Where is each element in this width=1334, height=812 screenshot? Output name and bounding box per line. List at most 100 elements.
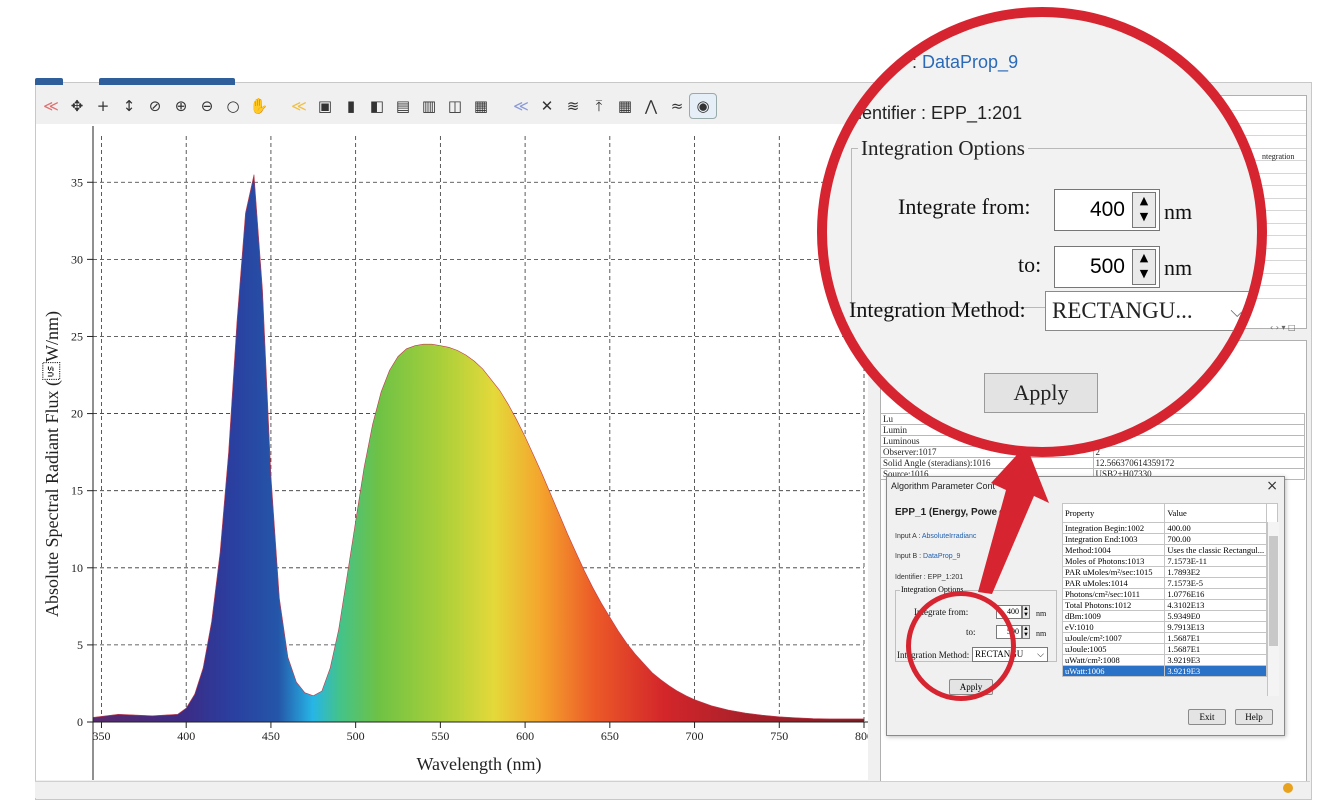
zoom-out-icon-button[interactable]: ⊖ xyxy=(194,94,220,118)
tab-2[interactable] xyxy=(99,78,235,85)
to-unit: nm xyxy=(1036,629,1047,638)
double-chevron-left-icon-button[interactable]: ≪ xyxy=(508,94,534,118)
help-button[interactable]: Help xyxy=(1235,709,1273,725)
x-axis-label: Wavelength (nm) xyxy=(416,754,541,775)
tab-1[interactable] xyxy=(35,78,63,85)
zoom-fit-icon-button[interactable]: ○ xyxy=(220,94,246,118)
scrollbar-thumb[interactable] xyxy=(1269,536,1278,646)
property-cell: Total Photons:1012 xyxy=(1061,599,1166,611)
chart-icon: ≋ xyxy=(566,97,580,115)
magnified-integration-options: : DataProp_9 dentifier : EPP_1:201 Integ… xyxy=(817,7,1267,457)
save-icon: ▥ xyxy=(421,97,437,115)
crosshair-icon-button[interactable]: + xyxy=(90,94,116,118)
magnified-integration-method-select[interactable]: RECTANGU... ⌵ xyxy=(1045,291,1255,331)
properties-partial-text: ntegration xyxy=(1262,152,1295,161)
value-column-header[interactable]: Value xyxy=(1164,503,1268,523)
table-row[interactable]: PAR uMoles/m²/sec:1015 1.7893E2 xyxy=(1061,566,1278,578)
magnified-integrate-from-label: Integrate from: xyxy=(898,194,1031,219)
magnified-to-spinner[interactable]: ▲ ▼ xyxy=(1132,249,1156,285)
export-icon-button[interactable]: ◧ xyxy=(364,94,390,118)
property-value: 2 xyxy=(1092,446,1306,458)
x-tick-label: 800 xyxy=(855,729,868,743)
zoom-in-icon: ⊕ xyxy=(174,97,188,115)
table-row[interactable]: Integration End:1003 700.00 xyxy=(1061,533,1278,545)
camera-icon: ▣ xyxy=(317,97,333,115)
table-row[interactable]: PAR uMoles:1014 7.1573E-5 xyxy=(1061,577,1278,589)
y-tick-label: 5 xyxy=(77,638,83,652)
close-icon[interactable]: × xyxy=(1266,478,1278,494)
property-row[interactable]: Solid Angle (steradians):1016 12.56637061… xyxy=(880,457,1306,469)
copy-icon-button[interactable]: ▤ xyxy=(390,94,416,118)
property-cell: Photons/cm²/sec:1011 xyxy=(1061,588,1166,600)
x-tick-label: 650 xyxy=(601,729,619,743)
magnified-integrate-from-spinner[interactable]: ▲ ▼ xyxy=(1132,192,1156,228)
double-chevron-left-icon-button[interactable]: ≪ xyxy=(38,94,64,118)
value-cell: 7.1573E-5 xyxy=(1164,577,1268,589)
lightbulb-icon-button[interactable]: ◉ xyxy=(689,93,717,119)
value-cell: 7.1573E-11 xyxy=(1164,555,1268,567)
property-column-header[interactable]: Property xyxy=(1061,503,1166,523)
dialog-heading: EPP_1 (Energy, Powe ons) xyxy=(895,507,1021,518)
integrate-from-spinner[interactable]: ▲ ▼ xyxy=(1022,605,1030,619)
value-cell: Uses the classic Rectangul... xyxy=(1164,544,1268,556)
to-spinner[interactable]: ▲ ▼ xyxy=(1022,625,1030,639)
tools-icon-button[interactable]: ✕ xyxy=(534,94,560,118)
delete-icon-button[interactable]: ▮ xyxy=(338,94,364,118)
chart-icon-button[interactable]: ≋ xyxy=(560,94,586,118)
results-scrollbar[interactable] xyxy=(1267,522,1279,696)
move-icon-button[interactable]: ✥ xyxy=(64,94,90,118)
table-row[interactable]: dBm:1009 5.9349E0 xyxy=(1061,610,1278,622)
tools-icon: ✕ xyxy=(540,97,554,115)
property-cell: Method:1004 xyxy=(1061,544,1166,556)
peak-icon-button[interactable]: ⤒ xyxy=(586,94,612,118)
chart-toolbar: ≪ ✥ + ↕ ⊘ ⊕ ⊖ ○ ✋ ≪ ▣ ▮ ◧ ▤ ▥ ◫ ▦ ≪ ✕ ≋ ⤒ ▦ ⋀ ≈ ◉ xyxy=(38,88,838,124)
property-cell: Integration Begin:1002 xyxy=(1061,522,1166,534)
table-row[interactable]: uWatt/cm²:1008 3.9219E3 xyxy=(1061,654,1278,666)
identifier-line: Identifier : EPP_1:201 xyxy=(895,574,964,581)
pan-hand-icon-button[interactable]: ✋ xyxy=(246,94,272,118)
double-chevron-left-icon: ≪ xyxy=(513,97,529,115)
input-b-line: Input B : DataProp_9 xyxy=(895,553,961,560)
y-tick-label: 15 xyxy=(71,484,83,498)
vertical-arrows-icon-button[interactable]: ↕ xyxy=(116,94,142,118)
highlight-circle xyxy=(906,591,1016,701)
table-row[interactable]: Total Photons:1012 4.3102E13 xyxy=(1061,599,1278,611)
print-icon-button[interactable]: ▦ xyxy=(468,94,494,118)
status-lightbulb-icon[interactable] xyxy=(1283,783,1293,793)
table-row[interactable]: Method:1004 Uses the classic Rectangul... xyxy=(1061,544,1278,556)
property-cell: Moles of Photons:1013 xyxy=(1061,555,1166,567)
double-chevron-left-icon-button[interactable]: ≪ xyxy=(286,94,312,118)
magnified-to-unit: nm xyxy=(1164,255,1193,280)
camera-icon-button[interactable]: ▣ xyxy=(312,94,338,118)
exit-button[interactable]: Exit xyxy=(1188,709,1226,725)
table-row[interactable]: uJoule:1005 1.5687E1 xyxy=(1061,643,1278,655)
table-row[interactable]: Moles of Photons:1013 7.1573E-11 xyxy=(1061,555,1278,567)
tab-strip xyxy=(35,78,235,86)
zoom-in-icon-button[interactable]: ⊕ xyxy=(168,94,194,118)
x-tick-label: 500 xyxy=(347,729,365,743)
value-cell: 3.9219E3 xyxy=(1164,665,1268,677)
table-row[interactable]: Photons/cm²/sec:1011 1.0776E16 xyxy=(1061,588,1278,600)
y-tick-label: 0 xyxy=(77,715,83,729)
vertical-arrows-icon: ↕ xyxy=(122,97,136,115)
magnified-to-label: to: xyxy=(1018,252,1042,277)
zoom-reset-icon-button[interactable]: ⊘ xyxy=(142,94,168,118)
spectrum-chart-svg: Absolute Spectral Radiant Flux ( W/nm) W… xyxy=(42,126,868,780)
wave-icon-button[interactable]: ≈ xyxy=(664,94,690,118)
export-icon: ◧ xyxy=(369,97,385,115)
pane-controls[interactable]: ‹ › ▾ □ xyxy=(1270,323,1296,332)
table-icon-button[interactable]: ▦ xyxy=(612,94,638,118)
value-cell: 3.9219E3 xyxy=(1164,654,1268,666)
table-row[interactable]: uWatt:1006 3.9219E3 xyxy=(1061,665,1278,677)
save-icon-button[interactable]: ▥ xyxy=(416,94,442,118)
table-row[interactable]: Integration Begin:1002 400.00 xyxy=(1061,522,1278,534)
spectrum-icon-button[interactable]: ⋀ xyxy=(638,94,664,118)
lightbulb-icon: ◉ xyxy=(696,97,710,115)
columns-icon-button[interactable]: ◫ xyxy=(442,94,468,118)
copy-icon: ▤ xyxy=(395,97,411,115)
table-row[interactable]: eV:1010 9.7913E13 xyxy=(1061,621,1278,633)
magnified-apply-button[interactable]: Apply xyxy=(984,373,1098,413)
table-row[interactable]: uJoule/cm²:1007 1.5687E1 xyxy=(1061,632,1278,644)
y-tick-label: 20 xyxy=(71,407,83,421)
value-cell: 400.00 xyxy=(1164,522,1268,534)
